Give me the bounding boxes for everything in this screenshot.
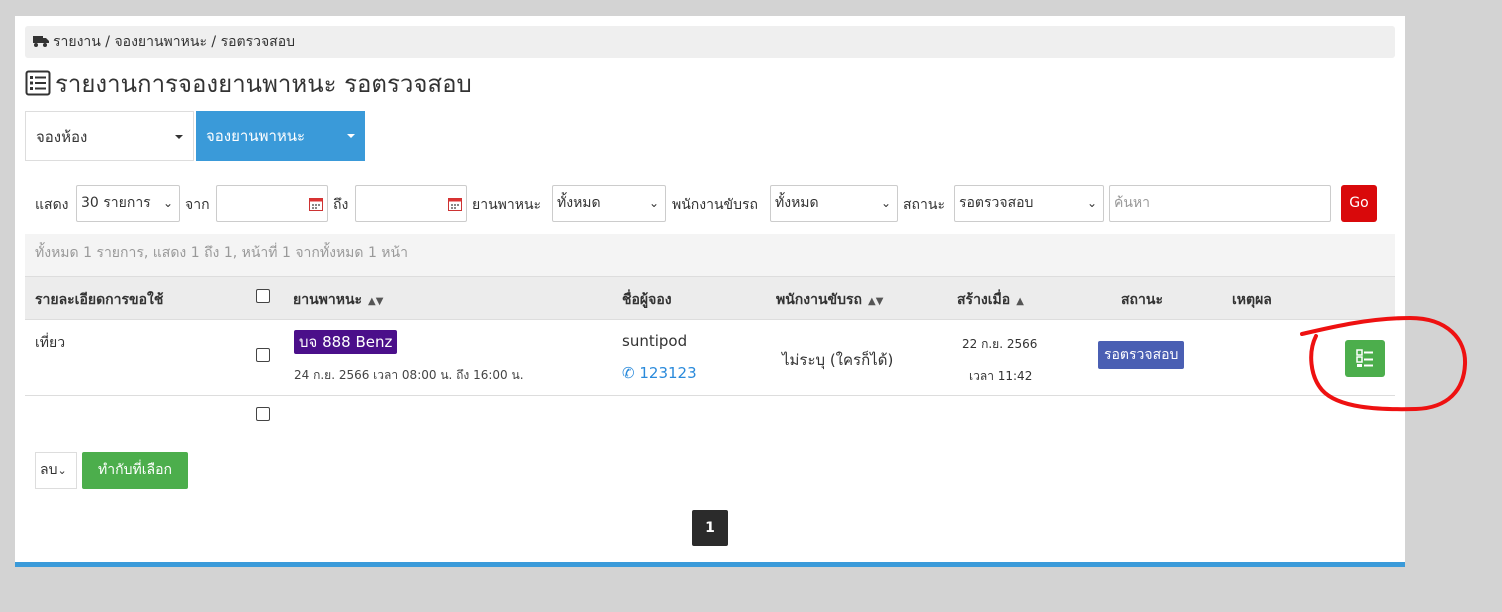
vehicle-plate: บจ 888 Benz: [294, 330, 398, 354]
bulk-action-value: ลบ: [40, 462, 58, 478]
caret-down-icon: [175, 135, 183, 139]
tab-vehicle-booking[interactable]: จองยานพาหนะ: [196, 111, 365, 161]
chevron-down-icon: ⌄: [57, 464, 67, 477]
page-title: รายงานการจองยานพาหนะ รอตรวจสอบ: [25, 66, 472, 102]
created-date: 22 ก.ย. 2566: [962, 337, 1038, 351]
red-annotation-circle: [1300, 315, 1468, 412]
tab-vehicle-booking-label: จองยานพาหนะ: [206, 127, 306, 145]
tab-room-booking[interactable]: จองห้อง: [25, 111, 194, 161]
th-vehicle[interactable]: ยานพาหนะ ▲▼: [293, 289, 383, 311]
breadcrumb: รายงาน / จองยานพาหนะ / รอตรวจสอบ: [25, 26, 1395, 58]
search-placeholder: ค้นหา: [1114, 195, 1151, 211]
status-filter-label: สถานะ: [903, 197, 945, 213]
sort-icon: ▲▼: [868, 296, 884, 307]
th-created[interactable]: สร้างเมื่อ ▲: [957, 289, 1024, 311]
from-date-input[interactable]: [216, 185, 328, 222]
breadcrumb-text: รายงาน / จองยานพาหนะ / รอตรวจสอบ: [53, 34, 296, 50]
chevron-down-icon: ⌄: [648, 196, 659, 210]
go-button[interactable]: Go: [1341, 185, 1377, 222]
row-detail: เที่ยว: [35, 335, 66, 351]
bulk-action-select[interactable]: ลบ⌄: [35, 452, 77, 489]
page-title-text: รายงานการจองยานพาหนะ รอตรวจสอบ: [55, 70, 472, 98]
chevron-down-icon: ⌄: [880, 196, 891, 210]
truck-icon: [33, 36, 49, 47]
select-all-checkbox[interactable]: [256, 289, 270, 303]
search-input[interactable]: ค้นหา: [1109, 185, 1331, 222]
status-badge-text: รอตรวจสอบ: [1098, 341, 1185, 369]
th-driver-label: พนักงานขับรถ: [776, 292, 862, 308]
vehicle-plate-badge: บจ 888 Benz: [294, 330, 398, 354]
vehicle-select[interactable]: ทั้งหมด ⌄: [552, 185, 666, 222]
booker-phone-link[interactable]: ✆ 123123: [622, 364, 697, 382]
th-vehicle-label: ยานพาหนะ: [293, 292, 363, 308]
show-label: แสดง: [35, 197, 69, 213]
th-detail: รายละเอียดการขอใช้: [35, 292, 164, 308]
from-label: จาก: [185, 197, 210, 213]
th-booker: ชื่อผู้จอง: [622, 292, 672, 308]
th-reason: เหตุผล: [1232, 292, 1272, 308]
row-checkbox[interactable]: [256, 348, 270, 362]
caret-down-icon: [347, 134, 355, 138]
driver-filter-label: พนักงานขับรถ: [672, 197, 758, 213]
tab-room-booking-label: จองห้อง: [36, 128, 88, 146]
main-panel: รายงาน / จองยานพาหนะ / รอตรวจสอบ รายงานก…: [15, 16, 1405, 567]
table-header: รายละเอียดการขอใช้ ยานพาหนะ ▲▼ ชื่อผู้จอง…: [25, 276, 1395, 320]
vehicle-select-value: ทั้งหมด: [557, 195, 601, 211]
booker-phone: 123123: [639, 364, 697, 382]
apply-selected-button[interactable]: ทำกับที่เลือก: [82, 452, 188, 489]
table-footer-row: [25, 396, 1395, 436]
driver-select-value: ทั้งหมด: [775, 195, 819, 211]
th-status: สถานะ: [1121, 292, 1163, 308]
status-select[interactable]: รอตรวจสอบ ⌄: [954, 185, 1104, 222]
vehicle-time: 24 ก.ย. 2566 เวลา 08:00 น. ถึง 16:00 น.: [294, 368, 524, 382]
th-created-label: สร้างเมื่อ: [957, 292, 1011, 308]
driver-select[interactable]: ทั้งหมด ⌄: [770, 185, 898, 222]
status-badge: รอตรวจสอบ: [1098, 341, 1185, 369]
chevron-down-icon: ⌄: [1086, 196, 1097, 210]
to-label: ถึง: [333, 197, 349, 213]
th-driver[interactable]: พนักงานขับรถ ▲▼: [776, 289, 883, 311]
sort-icon: ▲▼: [368, 296, 384, 307]
show-count-value: 30 รายการ: [81, 195, 151, 211]
table-row: เที่ยว บจ 888 Benz 24 ก.ย. 2566 เวลา 08:…: [25, 320, 1395, 396]
chevron-down-icon: ⌄: [162, 196, 173, 210]
pagination-page-1[interactable]: 1: [692, 510, 728, 546]
phone-icon: ✆: [622, 364, 635, 382]
vehicle-filter-label: ยานพาหนะ: [472, 197, 542, 213]
calendar-icon[interactable]: [309, 197, 323, 211]
status-select-value: รอตรวจสอบ: [959, 195, 1034, 211]
list-icon: [25, 70, 51, 96]
calendar-icon[interactable]: [448, 197, 462, 211]
footer-checkbox[interactable]: [256, 407, 270, 421]
result-summary: ทั้งหมด 1 รายการ, แสดง 1 ถึง 1, หน้าที่ …: [25, 234, 1395, 276]
driver-name: ไม่ระบุ (ใครก็ได้): [782, 351, 894, 369]
sort-asc-icon: ▲: [1016, 296, 1024, 307]
booker-name: suntipod: [622, 332, 688, 350]
show-count-select[interactable]: 30 รายการ ⌄: [76, 185, 180, 222]
to-date-input[interactable]: [355, 185, 467, 222]
created-time: เวลา 11:42: [969, 369, 1033, 383]
filter-bar: แสดง 30 รายการ ⌄ จาก ถึง ยานพาหนะ ทั้งหมด…: [15, 184, 1405, 224]
